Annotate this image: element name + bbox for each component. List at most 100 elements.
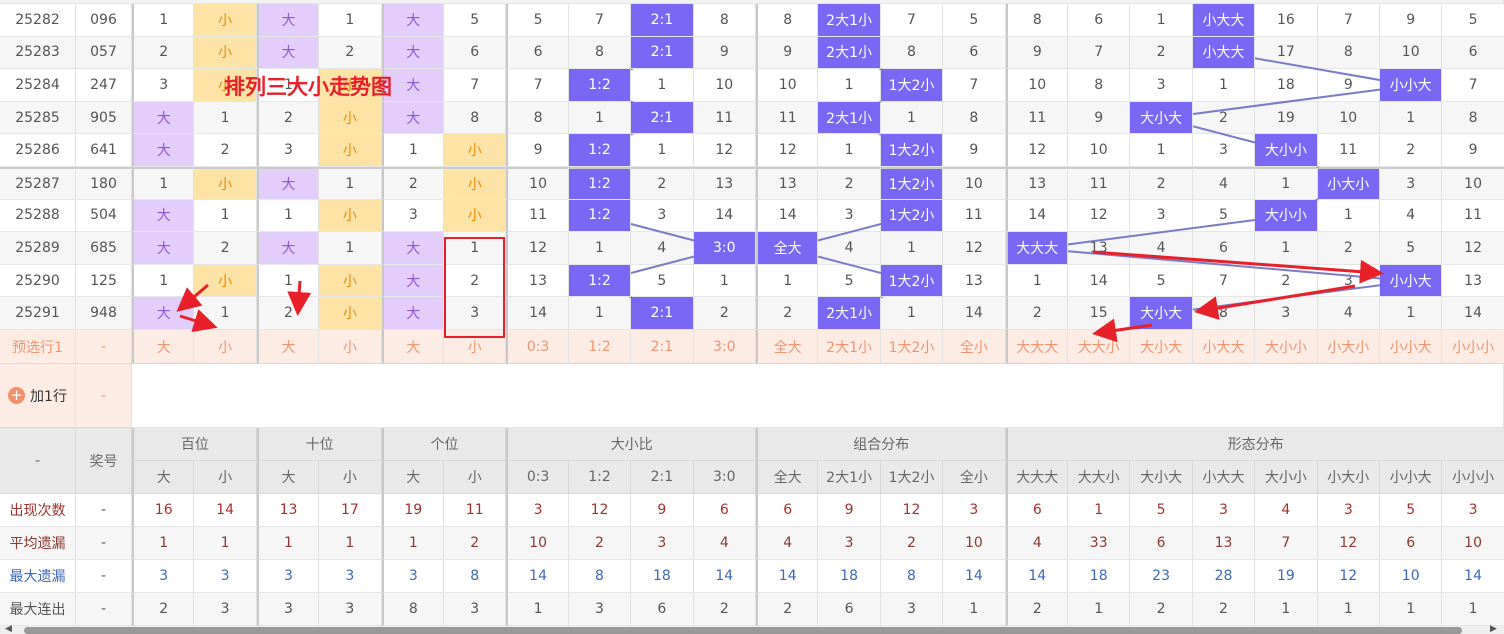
- preselect-option[interactable]: 1大2小: [880, 330, 944, 364]
- preselect-option[interactable]: 大大小: [1068, 330, 1131, 364]
- preselect-option[interactable]: 大大大: [1005, 330, 1068, 364]
- trend-cell: 2大1小: [818, 101, 881, 135]
- preselect-number: -: [76, 330, 132, 364]
- trend-cell: 2: [693, 297, 756, 330]
- trend-cell: 5: [943, 4, 1006, 37]
- trend-cell: 11: [693, 101, 756, 135]
- preselect-option[interactable]: 大小小: [1255, 330, 1318, 364]
- trend-cell: 1:2: [568, 167, 632, 200]
- trend-cell: 1: [1005, 264, 1068, 298]
- stat-value: 14: [693, 560, 756, 593]
- trend-cell: 1: [818, 69, 881, 102]
- add-row-button[interactable]: + 加1行: [0, 364, 76, 428]
- trend-cell: 5: [506, 4, 569, 37]
- trend-cell: 3: [1380, 167, 1443, 200]
- preselect-option[interactable]: 大小大: [1130, 330, 1193, 364]
- trend-cell: 7: [1317, 4, 1380, 37]
- trend-cell: 3: [631, 199, 694, 233]
- trend-cell: 1: [818, 134, 881, 167]
- trend-cell: 1: [319, 232, 382, 265]
- stat-value: 1: [1442, 593, 1504, 626]
- scroll-right-icon[interactable]: ▶: [1490, 624, 1497, 634]
- scroll-left-icon[interactable]: ◀: [5, 624, 12, 634]
- preselect-option[interactable]: 全大: [756, 330, 819, 364]
- sub-header: 2:1: [631, 461, 694, 494]
- trend-cell: 12: [943, 232, 1006, 265]
- stat-value: 3: [381, 560, 444, 593]
- draw-number-cell: 247: [76, 69, 132, 102]
- stat-value: 12: [880, 494, 944, 527]
- trend-chart-page: 排列三大小走势图 ◀ ▶ 25282 096 1 小大 1 大 5 5 7 2:1 8 8 2大1小 7 5…: [0, 0, 1504, 634]
- preselect-option[interactable]: 0:3: [506, 330, 569, 364]
- period-cell: 25282: [0, 4, 76, 37]
- trend-cell: 1: [568, 232, 632, 265]
- trend-cell: 1: [194, 297, 257, 330]
- group-header: 个位: [381, 428, 507, 461]
- preselect-option[interactable]: 全小: [943, 330, 1006, 364]
- trend-cell: 3: [1130, 69, 1193, 102]
- preselect-option[interactable]: 1:2: [568, 330, 632, 364]
- trend-cell: 7: [568, 4, 632, 37]
- draw-number-cell: 641: [76, 134, 132, 167]
- trend-cell: 1: [194, 101, 257, 135]
- preselect-option[interactable]: 小: [444, 330, 507, 364]
- stat-value: 3: [818, 527, 881, 560]
- draw-number-cell: 125: [76, 264, 132, 298]
- trend-cell: 9: [756, 36, 819, 70]
- draw-number-cell: 096: [76, 4, 132, 37]
- trend-cell: 2: [818, 167, 881, 200]
- sub-header: 0:3: [506, 461, 569, 494]
- trend-cell: 2: [132, 36, 195, 70]
- trend-cell: 9: [1005, 36, 1068, 70]
- preselect-option[interactable]: 大: [381, 330, 444, 364]
- trend-cell: 1:2: [568, 69, 632, 102]
- trend-cell: 14: [1068, 264, 1131, 298]
- preselect-option[interactable]: 小大大: [1192, 330, 1256, 364]
- stat-value: 3: [256, 560, 320, 593]
- trend-cell: 6: [1192, 232, 1256, 265]
- trend-cell: 2:1: [631, 297, 694, 330]
- preselect-option[interactable]: 小大小: [1317, 330, 1380, 364]
- trend-cell: 3: [818, 199, 881, 233]
- trend-cell: 2: [256, 101, 320, 135]
- stat-value: 2: [1005, 593, 1068, 626]
- stat-value: 12: [1317, 527, 1380, 560]
- preselect-option[interactable]: 2:1: [631, 330, 694, 364]
- stat-value: 6: [693, 494, 756, 527]
- trend-cell: 大: [132, 199, 195, 233]
- preselect-option[interactable]: 小: [319, 330, 382, 364]
- stat-value: 3: [194, 593, 257, 626]
- preselect-option[interactable]: 3:0: [693, 330, 756, 364]
- stat-value: 2: [1130, 593, 1193, 626]
- scrollbar-thumb[interactable]: [24, 627, 1462, 634]
- horizontal-scrollbar[interactable]: ◀ ▶: [0, 624, 1504, 634]
- stat-value: 10: [943, 527, 1006, 560]
- preselect-option[interactable]: 小: [194, 330, 257, 364]
- trend-cell: 小: [194, 36, 257, 70]
- trend-cell: 18: [1255, 69, 1318, 102]
- trend-cell: 小小大: [1380, 69, 1443, 102]
- preselect-option[interactable]: 大: [132, 330, 195, 364]
- trend-cell: 4: [631, 232, 694, 265]
- preselect-option[interactable]: 小小大: [1380, 330, 1443, 364]
- trend-cell: 8: [1317, 36, 1380, 70]
- trend-cell: 13: [943, 264, 1006, 298]
- sub-header: 大大大: [1005, 461, 1068, 494]
- trend-cell: 3: [1317, 264, 1380, 298]
- stat-value: 8: [381, 593, 444, 626]
- trend-cell: 1:2: [568, 199, 632, 233]
- trend-cell: 7: [1192, 264, 1256, 298]
- stat-value: 3: [444, 593, 507, 626]
- trend-cell: 2:1: [631, 36, 694, 70]
- stat-value: 7: [1255, 527, 1318, 560]
- stat-value: 18: [631, 560, 694, 593]
- trend-cell: 9: [693, 36, 756, 70]
- preselect-option[interactable]: 大: [256, 330, 320, 364]
- trend-cell: 2: [1192, 101, 1256, 135]
- preselect-option[interactable]: 小小小: [1442, 330, 1504, 364]
- trend-cell: 1: [568, 297, 632, 330]
- preselect-option[interactable]: 2大1小: [818, 330, 881, 364]
- trend-cell: 小: [319, 134, 382, 167]
- stat-value: 5: [1130, 494, 1193, 527]
- trend-cell: 9: [506, 134, 569, 167]
